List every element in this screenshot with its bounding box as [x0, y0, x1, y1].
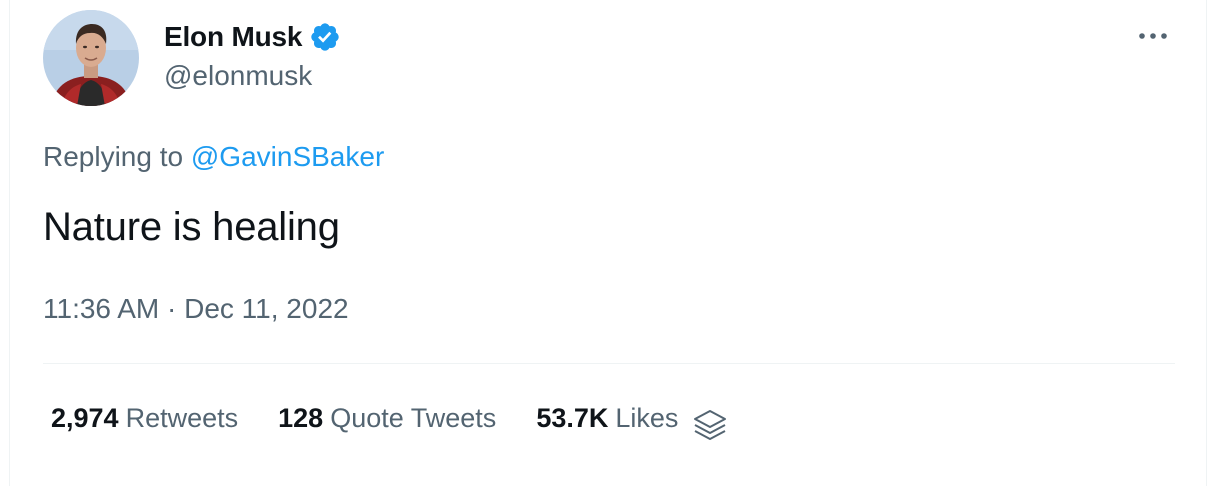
retweets-label: Retweets: [125, 402, 239, 433]
quote-tweets-stat[interactable]: 128 Quote Tweets: [278, 403, 496, 434]
tweet-text: Nature is healing: [43, 205, 340, 249]
more-horizontal-icon: [1139, 33, 1167, 39]
reply-mention-link[interactable]: @GavinSBaker: [191, 141, 384, 172]
more-options-button[interactable]: [1135, 22, 1171, 50]
tweet-stats: 2,974 Retweets 128 Quote Tweets 53.7K Li…: [51, 400, 730, 440]
retweets-count: 2,974: [51, 402, 119, 433]
author-handle[interactable]: @elonmusk: [164, 60, 312, 92]
tweet-timestamp[interactable]: 11:36 AM · Dec 11, 2022: [43, 293, 349, 325]
avatar-image: [43, 10, 139, 106]
divider: [43, 363, 1175, 364]
likes-stat[interactable]: 53.7K Likes: [536, 403, 678, 434]
likes-label: Likes: [615, 402, 679, 433]
retweets-stat[interactable]: 2,974 Retweets: [51, 403, 238, 434]
likes-count: 53.7K: [536, 402, 609, 433]
replying-to-label: Replying to: [43, 141, 184, 172]
author-display-name[interactable]: Elon Musk: [164, 21, 302, 53]
layers-icon[interactable]: [690, 406, 730, 446]
quote-tweets-label: Quote Tweets: [330, 402, 497, 433]
quote-tweets-count: 128: [278, 402, 324, 433]
verified-badge-icon: [309, 21, 341, 53]
author-name-row: Elon Musk: [164, 18, 341, 56]
tweet-card: Elon Musk @elonmusk Replying to @GavinSB…: [9, 0, 1207, 486]
replying-to: Replying to @GavinSBaker: [43, 141, 384, 173]
author-avatar[interactable]: [43, 10, 139, 106]
